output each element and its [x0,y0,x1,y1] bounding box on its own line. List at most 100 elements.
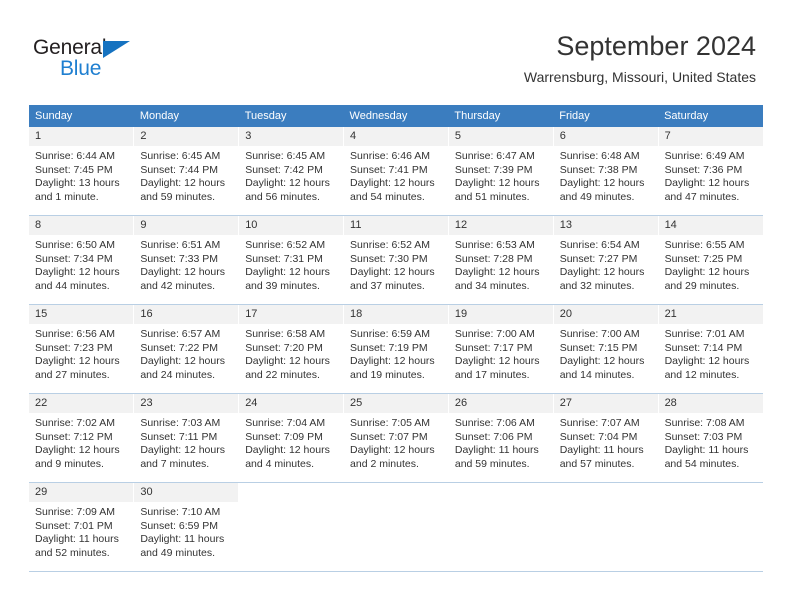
day-cell[interactable]: 26 Sunrise: 7:06 AM Sunset: 7:06 PM Dayl… [447,393,554,483]
sunset-text: Sunset: 7:23 PM [35,341,113,354]
day-number: 16 [134,305,239,324]
daylight-text-line1: Daylight: 12 hours [559,266,645,279]
day-details: Sunrise: 6:47 AM Sunset: 7:39 PM Dayligh… [449,146,553,204]
day-details: Sunrise: 7:04 AM Sunset: 7:09 PM Dayligh… [239,413,343,471]
day-cell[interactable]: 14 Sunrise: 6:55 AM Sunset: 7:25 PM Dayl… [657,215,763,305]
day-cell[interactable]: 3 Sunrise: 6:45 AM Sunset: 7:42 PM Dayli… [238,127,345,216]
day-details: Sunrise: 7:10 AM Sunset: 6:59 PM Dayligh… [134,502,238,560]
daylight-text-line2: and 49 minutes. [140,546,216,559]
sunrise-text: Sunrise: 7:08 AM [664,417,745,429]
day-cell[interactable]: 2 Sunrise: 6:45 AM Sunset: 7:44 PM Dayli… [133,127,240,216]
day-cell[interactable]: 27 Sunrise: 7:07 AM Sunset: 7:04 PM Dayl… [552,393,659,483]
sunrise-text: Sunrise: 6:53 AM [454,239,535,251]
daylight-text-line2: and 51 minutes. [454,190,530,203]
daylight-text-line2: and 24 minutes. [140,368,216,381]
daylight-text-line1: Daylight: 11 hours [454,444,539,457]
day-cell[interactable]: 1 Sunrise: 6:44 AM Sunset: 7:45 PM Dayli… [29,127,135,216]
day-details: Sunrise: 6:52 AM Sunset: 7:30 PM Dayligh… [344,235,448,293]
day-number: 23 [134,394,239,413]
daylight-text-line1: Daylight: 12 hours [559,355,645,368]
sunset-text: Sunset: 7:09 PM [245,430,323,443]
day-details: Sunrise: 6:51 AM Sunset: 7:33 PM Dayligh… [134,235,238,293]
sunset-text: Sunset: 7:33 PM [140,252,218,265]
day-number: 15 [29,305,134,324]
day-cell[interactable]: 8 Sunrise: 6:50 AM Sunset: 7:34 PM Dayli… [29,215,135,305]
day-cell[interactable]: 4 Sunrise: 6:46 AM Sunset: 7:41 PM Dayli… [343,127,449,216]
day-number: 8 [29,216,134,235]
daylight-text-line1: Daylight: 12 hours [454,355,540,368]
day-cell[interactable]: 21 Sunrise: 7:01 AM Sunset: 7:14 PM Dayl… [657,304,763,394]
daylight-text-line1: Daylight: 12 hours [350,444,435,457]
daylight-text-line2: and 4 minutes. [245,457,315,470]
day-cell[interactable]: 7 Sunrise: 6:49 AM Sunset: 7:36 PM Dayli… [657,127,763,216]
daylight-text-line2: and 56 minutes. [245,190,320,203]
day-number: 24 [239,394,344,413]
week-row: 22 Sunrise: 7:02 AM Sunset: 7:12 PM Dayl… [29,393,763,483]
day-cell[interactable]: 9 Sunrise: 6:51 AM Sunset: 7:33 PM Dayli… [133,215,240,305]
day-cell[interactable]: 5 Sunrise: 6:47 AM Sunset: 7:39 PM Dayli… [447,127,554,216]
day-cell[interactable]: 12 Sunrise: 6:53 AM Sunset: 7:28 PM Dayl… [447,215,554,305]
sunset-text: Sunset: 7:15 PM [559,341,638,354]
sunset-text: Sunset: 7:14 PM [664,341,743,354]
sunset-text: Sunset: 7:41 PM [350,163,428,176]
sunset-text: Sunset: 7:39 PM [454,163,533,176]
daylight-text-line2: and 42 minutes. [140,279,216,292]
day-cell[interactable]: 22 Sunrise: 7:02 AM Sunset: 7:12 PM Dayl… [29,393,135,483]
weekday-header-saturday: Saturday [658,105,763,127]
day-cell-empty [238,482,345,572]
daylight-text-line1: Daylight: 12 hours [35,355,120,368]
sunset-text: Sunset: 7:28 PM [454,252,533,265]
sunset-text: Sunset: 7:03 PM [664,430,743,443]
day-cell[interactable]: 25 Sunrise: 7:05 AM Sunset: 7:07 PM Dayl… [343,393,449,483]
daylight-text-line1: Daylight: 12 hours [350,177,435,190]
week-row: 8 Sunrise: 6:50 AM Sunset: 7:34 PM Dayli… [29,215,763,305]
day-details: Sunrise: 6:52 AM Sunset: 7:31 PM Dayligh… [239,235,343,293]
day-cell[interactable]: 28 Sunrise: 7:08 AM Sunset: 7:03 PM Dayl… [657,393,763,483]
day-cell[interactable]: 16 Sunrise: 6:57 AM Sunset: 7:22 PM Dayl… [133,304,240,394]
sunrise-text: Sunrise: 6:56 AM [35,328,115,340]
daylight-text-line1: Daylight: 12 hours [35,266,120,279]
daylight-text-line1: Daylight: 12 hours [664,355,750,368]
sunset-text: Sunset: 7:27 PM [559,252,638,265]
day-cell[interactable]: 11 Sunrise: 6:52 AM Sunset: 7:30 PM Dayl… [343,215,449,305]
day-number: 30 [134,483,239,502]
day-cell[interactable]: 29 Sunrise: 7:09 AM Sunset: 7:01 PM Dayl… [29,482,135,572]
day-cell[interactable]: 10 Sunrise: 6:52 AM Sunset: 7:31 PM Dayl… [238,215,345,305]
calendar-body: 1 Sunrise: 6:44 AM Sunset: 7:45 PM Dayli… [29,127,763,572]
day-cell[interactable]: 13 Sunrise: 6:54 AM Sunset: 7:27 PM Dayl… [552,215,659,305]
sunset-text: Sunset: 7:20 PM [245,341,323,354]
day-cell[interactable]: 30 Sunrise: 7:10 AM Sunset: 6:59 PM Dayl… [133,482,240,572]
sunrise-text: Sunrise: 6:57 AM [140,328,221,340]
daylight-text-line2: and 37 minutes. [350,279,425,292]
day-cell[interactable]: 15 Sunrise: 6:56 AM Sunset: 7:23 PM Dayl… [29,304,135,394]
day-number: 11 [344,216,448,235]
daylight-text-line1: Daylight: 12 hours [245,177,330,190]
daylight-text-line2: and 29 minutes. [664,279,740,292]
week-row: 15 Sunrise: 6:56 AM Sunset: 7:23 PM Dayl… [29,304,763,394]
daylight-text-line1: Daylight: 12 hours [350,266,435,279]
day-details: Sunrise: 6:46 AM Sunset: 7:41 PM Dayligh… [344,146,448,204]
day-details: Sunrise: 6:44 AM Sunset: 7:45 PM Dayligh… [29,146,133,204]
day-cell-empty [552,482,659,572]
day-cell[interactable]: 19 Sunrise: 7:00 AM Sunset: 7:17 PM Dayl… [447,304,554,394]
day-cell[interactable]: 17 Sunrise: 6:58 AM Sunset: 7:20 PM Dayl… [238,304,345,394]
daylight-text-line1: Daylight: 11 hours [35,533,119,546]
day-number: 1 [29,127,134,146]
day-details: Sunrise: 7:09 AM Sunset: 7:01 PM Dayligh… [29,502,133,560]
daylight-text-line2: and 27 minutes. [35,368,110,381]
day-details: Sunrise: 6:53 AM Sunset: 7:28 PM Dayligh… [449,235,553,293]
daylight-text-line2: and 2 minutes. [350,457,419,470]
weekday-header-thursday: Thursday [448,105,554,127]
day-cell[interactable]: 23 Sunrise: 7:03 AM Sunset: 7:11 PM Dayl… [133,393,240,483]
daylight-text-line2: and 32 minutes. [559,279,635,292]
daylight-text-line2: and 54 minutes. [664,457,740,470]
sunrise-text: Sunrise: 7:06 AM [454,417,535,429]
day-number: 3 [239,127,344,146]
day-cell[interactable]: 20 Sunrise: 7:00 AM Sunset: 7:15 PM Dayl… [552,304,659,394]
sunset-text: Sunset: 7:04 PM [559,430,638,443]
day-number: 14 [658,216,763,235]
page-header: General Blue September 2024 Warrensburg,… [0,0,792,100]
day-cell[interactable]: 24 Sunrise: 7:04 AM Sunset: 7:09 PM Dayl… [238,393,345,483]
day-cell[interactable]: 18 Sunrise: 6:59 AM Sunset: 7:19 PM Dayl… [343,304,449,394]
day-cell[interactable]: 6 Sunrise: 6:48 AM Sunset: 7:38 PM Dayli… [552,127,659,216]
